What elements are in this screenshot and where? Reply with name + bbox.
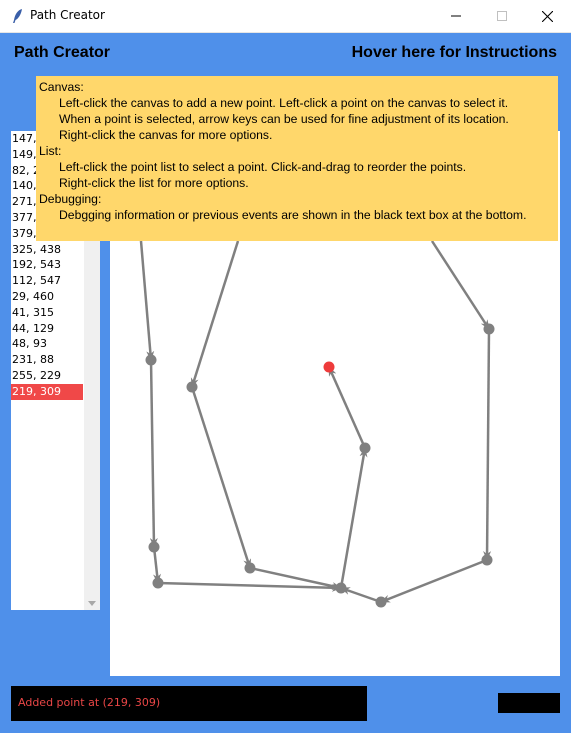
status-message: Added point at (219, 309) (18, 696, 161, 709)
tooltip-heading: Debugging: (39, 192, 102, 206)
path-segment (149, 359, 158, 548)
instructions-tooltip: Canvas: Left-click the canvas to add a ne… (36, 76, 558, 241)
path-point[interactable] (152, 577, 164, 589)
path-segment (157, 581, 342, 592)
maximize-button[interactable] (479, 0, 525, 32)
path-point[interactable] (145, 354, 157, 366)
tooltip-heading: List: (39, 144, 62, 158)
tooltip-line: Left-click the canvas to add a new point… (59, 96, 509, 110)
selected-path-point[interactable] (323, 361, 335, 373)
list-item[interactable]: 48, 93 (11, 336, 83, 352)
path-point[interactable] (375, 596, 387, 608)
window-title: Path Creator (30, 8, 105, 22)
path-point[interactable] (335, 582, 347, 594)
path-segment (327, 366, 367, 449)
path-segment (190, 240, 240, 388)
scroll-down-icon[interactable] (88, 601, 96, 606)
path-segment (380, 558, 488, 604)
path-point[interactable] (148, 541, 160, 553)
minimize-icon (451, 15, 461, 17)
close-button[interactable] (524, 0, 570, 32)
list-item[interactable]: 255, 229 (11, 368, 83, 384)
app-header-title: Path Creator (14, 44, 111, 61)
instructions-hover-label[interactable]: Hover here for Instructions (352, 44, 557, 62)
tooltip-line: Left-click the point list to select a po… (59, 160, 467, 174)
list-item[interactable]: 112, 547 (11, 273, 83, 289)
list-item[interactable]: 44, 129 (11, 321, 83, 337)
list-item[interactable]: 325, 438 (11, 242, 83, 258)
path-segment (139, 240, 155, 361)
feather-icon (13, 9, 22, 23)
path-point[interactable] (481, 554, 493, 566)
path-segment (190, 386, 252, 569)
tooltip-line: Right-click the list for more options. (59, 176, 249, 190)
path-point[interactable] (483, 323, 495, 335)
path-point[interactable] (244, 562, 256, 574)
list-item[interactable]: 192, 543 (11, 257, 83, 273)
list-item[interactable]: 219, 309 (11, 383, 83, 400)
tooltip-line: Debgging information or previous events … (59, 208, 527, 222)
list-item[interactable]: 231, 88 (11, 352, 83, 368)
title-bar[interactable]: Path Creator (0, 0, 571, 33)
path-segment (340, 586, 382, 604)
path-point[interactable] (186, 381, 198, 393)
path-segment (339, 447, 368, 589)
app-window: Path Creator Path Creator Hover here for… (0, 0, 571, 733)
list-item[interactable]: 29, 460 (11, 289, 83, 305)
tooltip-line: Right-click the canvas for more options. (59, 128, 273, 142)
path-segment (483, 328, 492, 561)
path-point[interactable] (359, 442, 371, 454)
close-icon (541, 10, 553, 22)
minimize-button[interactable] (433, 0, 479, 32)
debug-console: Added point at (219, 309) (11, 686, 367, 721)
tooltip-line: When a point is selected, arrow keys can… (59, 112, 509, 126)
maximize-icon (497, 11, 507, 21)
path-segment (430, 240, 491, 330)
tooltip-heading: Canvas: (39, 80, 84, 94)
list-item[interactable]: 41, 315 (11, 305, 83, 321)
secondary-status-box (498, 693, 560, 713)
